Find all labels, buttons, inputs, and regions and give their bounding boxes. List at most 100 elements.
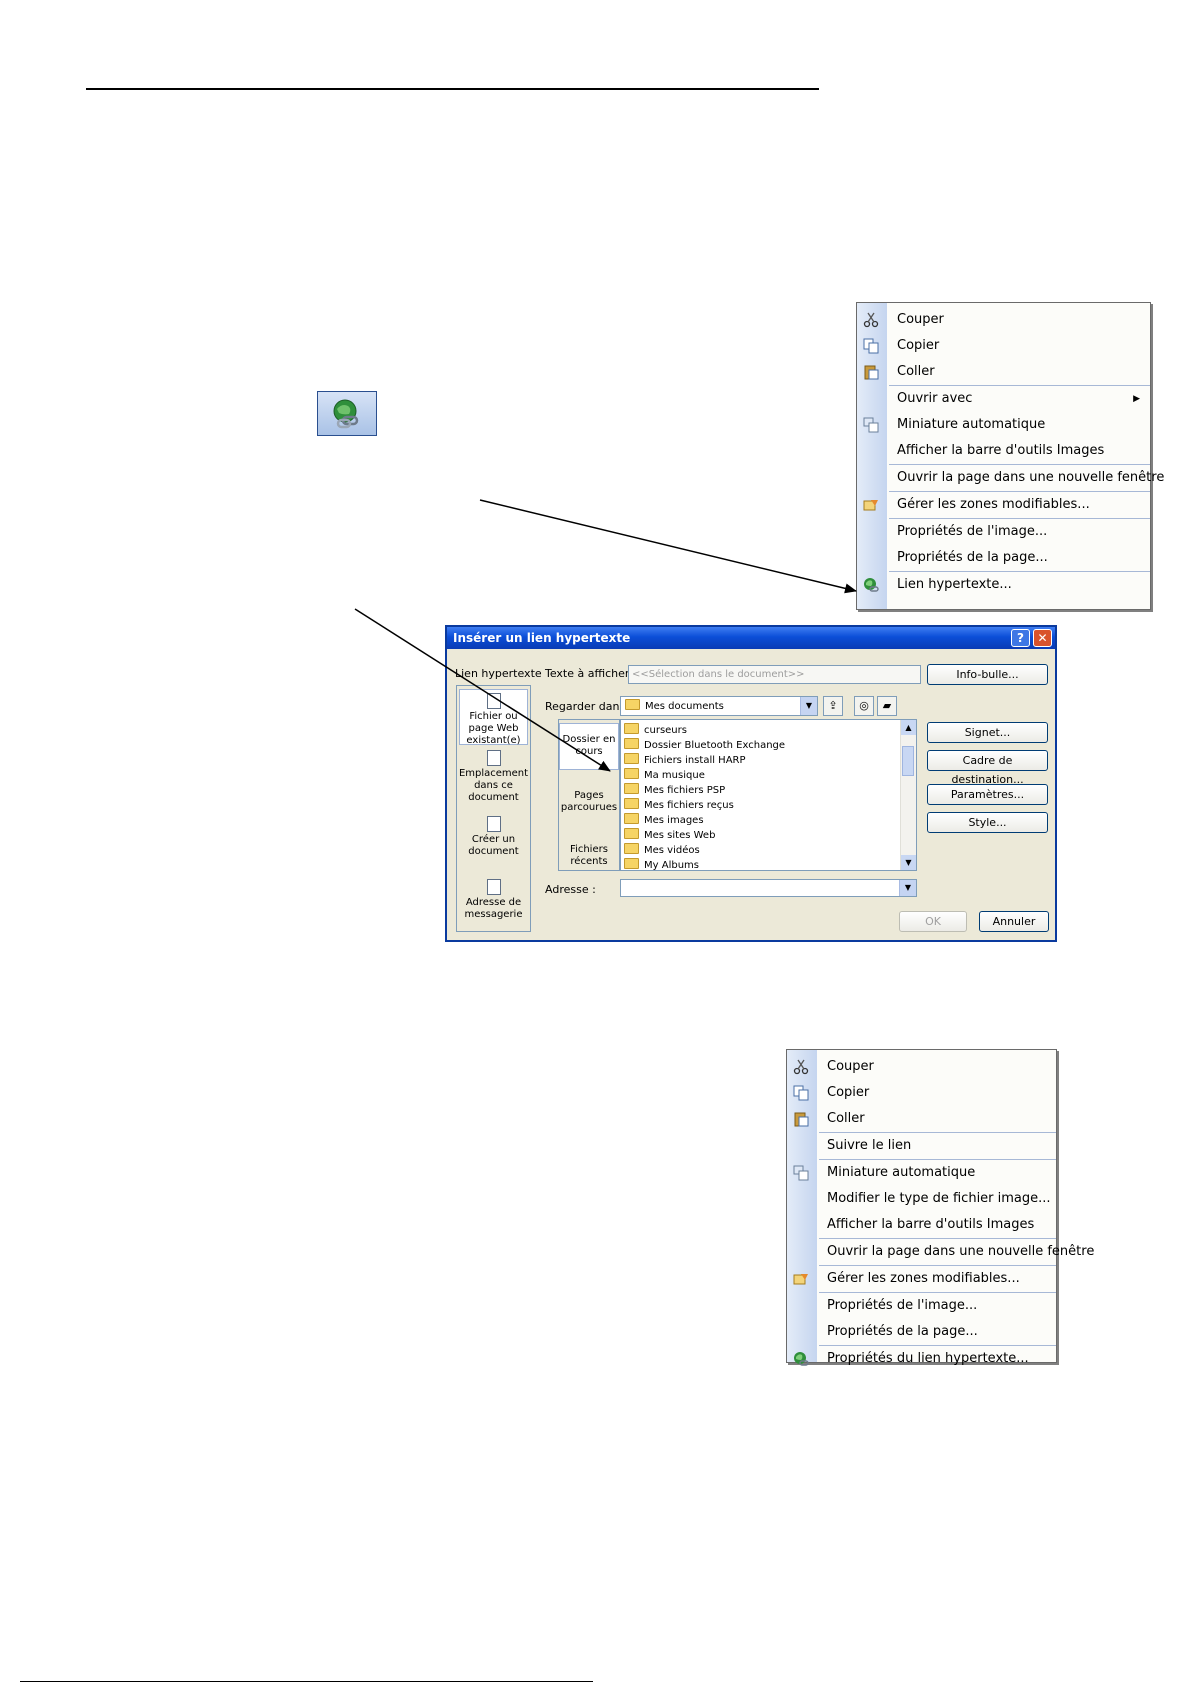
menu-item[interactable]: Propriétés de la page... xyxy=(857,545,1150,571)
file-list-item[interactable]: Mes fichiers reçus xyxy=(624,798,916,813)
screen-tip-button[interactable]: Info-bulle... xyxy=(927,664,1048,685)
browse-file-button[interactable]: ▰ xyxy=(877,696,897,716)
file-list-item[interactable]: Mes sites Web xyxy=(624,828,916,843)
text-to-display-label: Texte à afficher : xyxy=(545,667,637,680)
menu-item-label: Couper xyxy=(897,312,944,327)
menu-item[interactable]: Coller xyxy=(857,359,1150,385)
chevron-down-icon[interactable]: ▼ xyxy=(899,880,916,896)
insert-hyperlink-button[interactable] xyxy=(317,391,377,436)
file-list-item[interactable]: Dossier Bluetooth Exchange xyxy=(624,738,916,753)
menu-item[interactable]: Miniature automatique xyxy=(857,412,1150,438)
file-list-item[interactable]: Mes vidéos xyxy=(624,843,916,858)
menu-item-label: Coller xyxy=(827,1111,865,1126)
menu-item-label: Propriétés de la page... xyxy=(827,1324,978,1339)
bottom-rule xyxy=(20,1681,593,1682)
arrow-to-hyperlink-item xyxy=(479,499,857,594)
menu-item[interactable]: Copier xyxy=(787,1080,1056,1106)
insert-hyperlink-dialog: Insérer un lien hypertexte ? ✕ Lien hype… xyxy=(445,625,1057,942)
menu-item[interactable]: Ouvrir avec ▶ xyxy=(889,385,1150,412)
file-list-item[interactable]: Mes images xyxy=(624,813,916,828)
editable-regions-icon xyxy=(863,497,879,513)
editable-regions-icon xyxy=(793,1271,809,1287)
menu-item[interactable]: Gérer les zones modifiables... xyxy=(863,491,1150,518)
ok-button[interactable]: OK xyxy=(899,911,967,932)
chevron-down-icon[interactable]: ▼ xyxy=(800,697,817,715)
menu-item-label: Ouvrir avec xyxy=(897,391,973,406)
file-name: Mes fichiers PSP xyxy=(644,785,726,796)
menu-item-label: Propriétés de la page... xyxy=(897,550,1048,565)
document-icon xyxy=(486,816,501,832)
menu-item-label: Propriétés de l'image... xyxy=(897,524,1048,539)
context-menu-hyperlink: Couper Copier Coller Suivre le lien Miniatur… xyxy=(786,1049,1094,1366)
menu-item-label: Copier xyxy=(897,338,940,353)
menu-item[interactable]: Propriétés de l'image... xyxy=(819,1292,1056,1319)
file-list-item[interactable]: curseurs xyxy=(624,723,916,738)
menu-item[interactable]: Afficher la barre d'outils Images xyxy=(787,1212,1056,1238)
side-button[interactable]: Paramètres... xyxy=(927,784,1048,805)
file-name: curseurs xyxy=(644,725,687,736)
menu-item-label: Ouvrir la page dans une nouvelle fenêtre xyxy=(827,1244,1095,1259)
place-bar-item[interactable]: Adresse de messagerie xyxy=(457,876,530,926)
side-button[interactable]: Cadre de destination... xyxy=(927,750,1048,786)
file-list-scrollbar[interactable]: ▲ ▼ xyxy=(900,720,916,870)
up-folder-button[interactable]: ⇪ xyxy=(823,696,843,716)
file-list-item[interactable]: My Albums xyxy=(624,858,916,870)
place-bar-item[interactable]: Emplacement dans ce document xyxy=(457,747,530,803)
file-name: Mes images xyxy=(644,815,704,826)
sub-place-item[interactable]: Pages parcourues xyxy=(559,780,619,827)
side-button[interactable]: Signet... xyxy=(927,722,1048,743)
folder-icon xyxy=(624,813,639,824)
scissors-icon xyxy=(863,312,879,328)
file-name: Mes fichiers reçus xyxy=(644,800,734,811)
folder-icon xyxy=(624,858,639,869)
file-name: Dossier Bluetooth Exchange xyxy=(644,740,786,751)
menu-item[interactable]: Couper xyxy=(787,1054,1056,1080)
address-label: Adresse : xyxy=(545,883,596,896)
folder-icon xyxy=(624,798,639,809)
sub-place-item[interactable]: Dossier en cours xyxy=(559,723,619,770)
address-combo[interactable]: ▼ xyxy=(620,879,917,897)
link-to-place-bar: Fichier ou page Web existant(e) Emplaceme… xyxy=(456,685,531,932)
menu-item[interactable]: Afficher la barre d'outils Images xyxy=(857,438,1150,464)
help-button[interactable]: ? xyxy=(1011,629,1030,647)
close-button[interactable]: ✕ xyxy=(1033,629,1052,647)
menu-item[interactable]: Ouvrir la page dans une nouvelle fenêtre xyxy=(819,1238,1094,1265)
file-list-item[interactable]: Fichiers install HARP xyxy=(624,753,916,768)
file-name: Fichiers install HARP xyxy=(644,755,746,766)
file-name: Mes vidéos xyxy=(644,845,700,856)
menu-item[interactable]: Miniature automatique xyxy=(793,1159,1056,1186)
file-list[interactable]: curseurs Dossier Bluetooth Exchange Fichie… xyxy=(620,719,917,871)
browse-web-button[interactable]: ◎ xyxy=(854,696,874,716)
thumbnail-icon xyxy=(793,1165,809,1181)
text-to-display-input[interactable]: <<Sélection dans le document>> xyxy=(628,665,921,684)
menu-item[interactable]: Copier xyxy=(857,333,1150,359)
look-in-value: Mes documents xyxy=(645,701,724,712)
sub-place-item[interactable]: Fichiers récents xyxy=(559,834,619,881)
scroll-down-icon[interactable]: ▼ xyxy=(901,855,916,870)
folder-icon xyxy=(624,738,639,749)
menu-item[interactable]: Suivre le lien xyxy=(819,1132,1056,1159)
scroll-thumb[interactable] xyxy=(902,746,914,776)
menu-item[interactable]: Coller xyxy=(787,1106,1056,1132)
cancel-button[interactable]: Annuler xyxy=(979,911,1049,932)
place-bar-item[interactable]: Fichier ou page Web existant(e) xyxy=(459,689,528,746)
menu-item-label: Afficher la barre d'outils Images xyxy=(897,443,1105,458)
menu-item-label: Copier xyxy=(827,1085,870,1100)
menu-item[interactable]: Propriétés du lien hypertexte... xyxy=(794,1345,1056,1372)
file-list-item[interactable]: Ma musique xyxy=(624,768,916,783)
menu-item[interactable]: Propriétés de l'image... xyxy=(889,518,1150,545)
menu-item-label: Gérer les zones modifiables... xyxy=(827,1271,1020,1286)
menu-item[interactable]: Modifier le type de fichier image... xyxy=(787,1186,1056,1212)
scroll-up-icon[interactable]: ▲ xyxy=(901,720,916,735)
menu-item[interactable]: Gérer les zones modifiables... xyxy=(793,1265,1056,1292)
hyperlink-globe-icon xyxy=(793,1351,809,1367)
folder-icon xyxy=(624,843,639,854)
place-bar-item[interactable]: Créer un document xyxy=(457,813,530,865)
menu-item[interactable]: Lien hypertexte... xyxy=(864,571,1150,598)
menu-item[interactable]: Ouvrir la page dans une nouvelle fenêtre xyxy=(889,464,1164,491)
menu-item[interactable]: Propriétés de la page... xyxy=(787,1319,1056,1345)
side-button[interactable]: Style... xyxy=(927,812,1048,833)
menu-item[interactable]: Couper xyxy=(857,307,1150,333)
file-list-item[interactable]: Mes fichiers PSP xyxy=(624,783,916,798)
look-in-combo[interactable]: Mes documents ▼ xyxy=(620,696,818,716)
